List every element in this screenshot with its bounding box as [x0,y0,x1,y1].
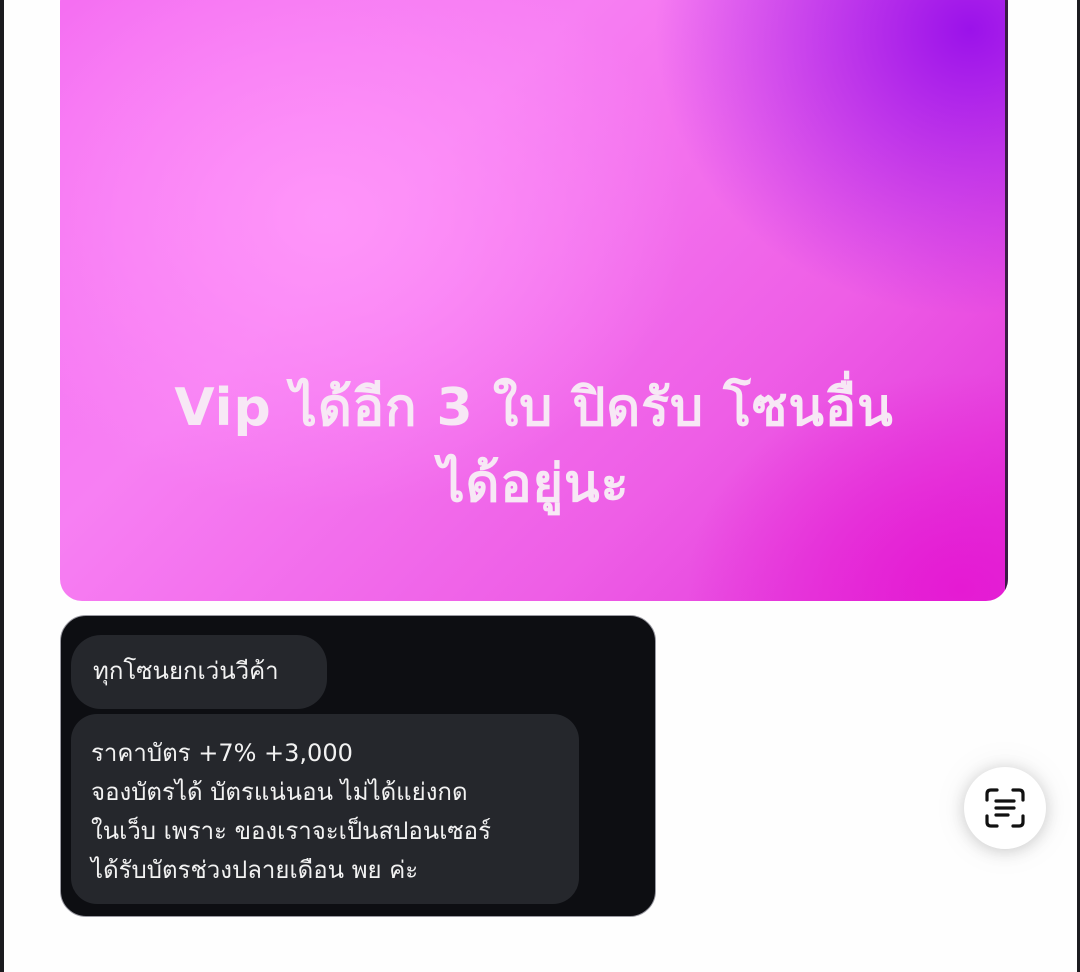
message-line: จองบัตรได้ บัตรแน่นอน ไม่ได้แย่งกด [91,778,468,806]
message-bubble-1: ทุกโซนยกเว่นวีค้า [71,635,327,709]
message-line: ได้รับบัตรช่วงปลายเดือน พย ค่ะ [91,856,419,884]
story-caption: Vip ได้อีก 3 ใบ ปิดรับ โซนอื่น ได้อยู่นะ [60,370,1008,522]
story-card: Vip ได้อีก 3 ใบ ปิดรับ โซนอื่น ได้อยู่นะ [60,0,1008,601]
story-caption-line-2: ได้อยู่นะ [438,454,630,514]
text-scan-icon [985,788,1025,828]
message-line: ราคาบัตร +7% +3,000 [91,739,353,767]
message-line: ในเว็บ เพราะ ของเราจะเป็นสปอนเซอร์ [91,817,491,845]
message-bubble-2: ราคาบัตร +7% +3,000 จองบัตรได้ บัตรแน่นอ… [71,714,579,904]
chat-screenshot: ทุกโซนยกเว่นวีค้า ราคาบัตร +7% +3,000 จอ… [60,615,656,917]
story-caption-line-1: Vip ได้อีก 3 ใบ ปิดรับ โซนอื่น [174,378,894,438]
message-text: ทุกโซนยกเว่นวีค้า [93,657,279,685]
left-edge-strip [0,0,4,972]
text-scan-button[interactable] [964,767,1046,849]
screen: Vip ได้อีก 3 ใบ ปิดรับ โซนอื่น ได้อยู่นะ… [0,0,1080,972]
